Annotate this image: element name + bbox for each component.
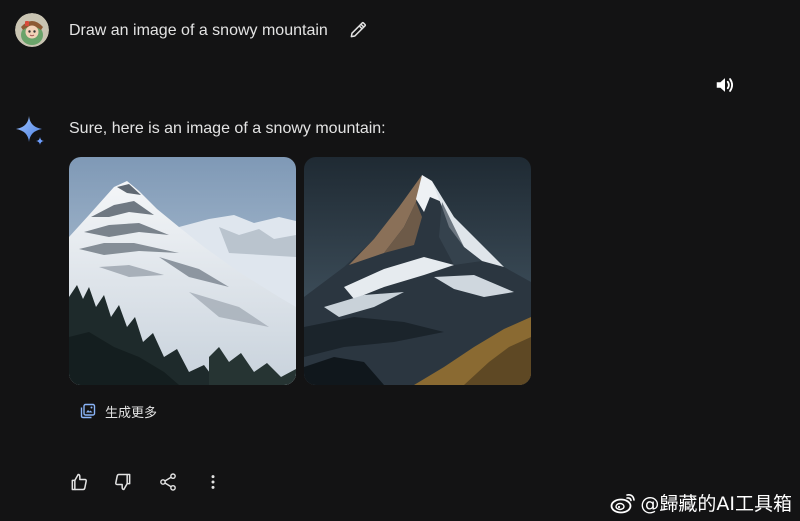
generated-image-2[interactable] <box>304 157 531 385</box>
generate-more-button[interactable]: 生成更多 <box>76 398 161 424</box>
response-text: Sure, here is an image of a snowy mounta… <box>69 120 386 137</box>
share-icon <box>160 473 176 491</box>
thumbs-up-icon <box>71 473 87 491</box>
user-avatar-icon[interactable] <box>15 13 49 47</box>
share-button[interactable] <box>155 469 181 495</box>
read-aloud-button[interactable] <box>711 71 739 99</box>
generate-more-icon <box>80 403 96 419</box>
generated-image-1[interactable] <box>69 157 296 385</box>
weibo-logo-icon <box>610 493 636 513</box>
thumbs-down-button[interactable] <box>110 469 136 495</box>
thumbs-up-button[interactable] <box>66 469 92 495</box>
more-vert-icon <box>211 475 215 489</box>
generate-more-label: 生成更多 <box>105 405 158 421</box>
more-options-button[interactable] <box>200 469 226 495</box>
thumbs-down-icon <box>115 473 131 491</box>
gemini-sparkle-icon <box>14 114 46 146</box>
watermark-text: @歸藏的AI工具箱 <box>640 493 792 515</box>
volume-icon <box>716 78 734 92</box>
pencil-icon <box>350 21 367 38</box>
user-prompt-text: Draw an image of a snowy mountain <box>69 22 328 39</box>
edit-prompt-button[interactable] <box>345 17 371 43</box>
watermark: @歸藏的AI工具箱 <box>610 489 792 516</box>
